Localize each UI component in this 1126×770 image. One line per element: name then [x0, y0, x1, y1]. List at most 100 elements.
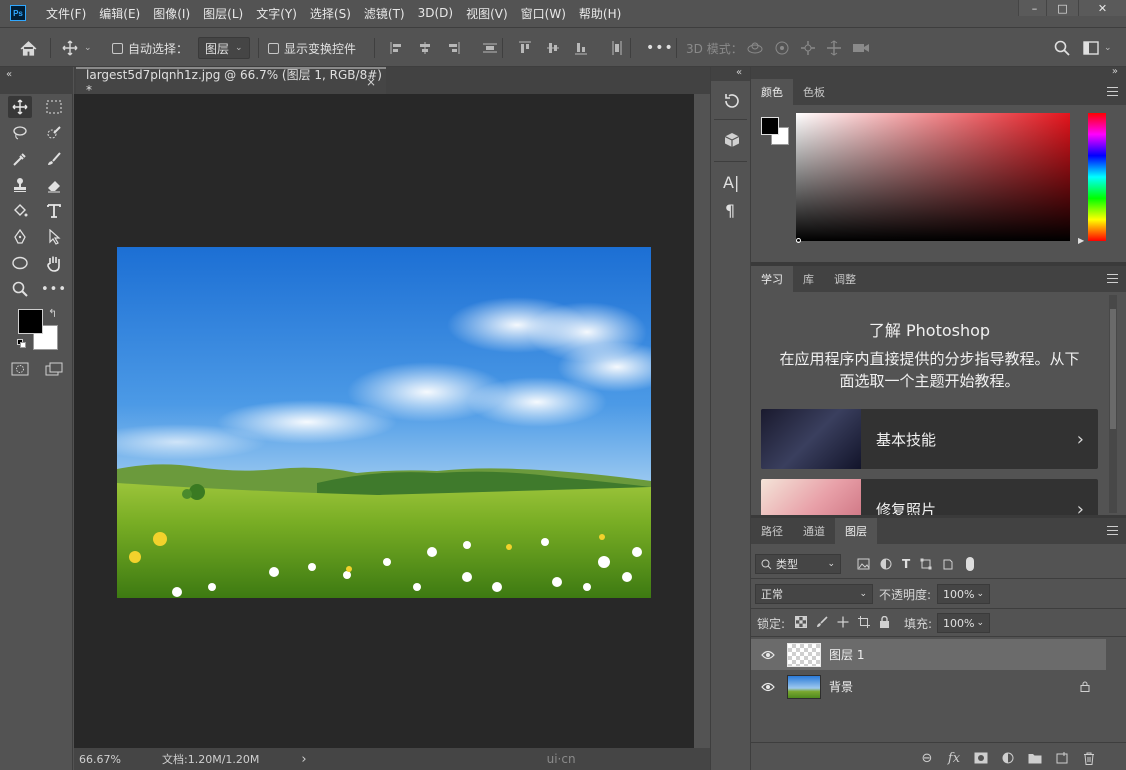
- eye-icon[interactable]: [761, 650, 775, 660]
- path-select-tool[interactable]: [42, 226, 66, 248]
- home-button[interactable]: [20, 28, 37, 68]
- adjustment-filter-icon[interactable]: [880, 558, 892, 570]
- new-layer-icon[interactable]: [1052, 748, 1072, 768]
- learn-scrollbar[interactable]: [1109, 295, 1117, 513]
- new-adjustment-icon[interactable]: [998, 748, 1018, 768]
- layer-row-background[interactable]: 背景: [751, 671, 1106, 702]
- ellipse-tool[interactable]: [8, 252, 32, 274]
- panel-menu-icon[interactable]: [1107, 526, 1118, 535]
- blend-mode-dropdown[interactable]: 正常 ⌄: [755, 584, 873, 604]
- tab-layers[interactable]: 图层: [835, 518, 877, 544]
- type-filter-icon[interactable]: T: [902, 557, 910, 571]
- lock-position-icon[interactable]: [837, 616, 849, 628]
- collapse-toolbar-button[interactable]: «: [6, 69, 12, 80]
- more-options-button[interactable]: •••: [646, 28, 674, 68]
- tab-color[interactable]: 颜色: [751, 79, 793, 105]
- panel-menu-icon[interactable]: [1107, 87, 1118, 96]
- menu-view[interactable]: 视图(V): [466, 5, 508, 22]
- layer-name[interactable]: 图层 1: [829, 646, 864, 663]
- lock-all-icon[interactable]: [879, 616, 890, 628]
- distribute-v-icon[interactable]: [610, 40, 624, 56]
- pan-3d-icon[interactable]: [800, 40, 816, 56]
- add-mask-icon[interactable]: [971, 748, 991, 768]
- lock-transparent-icon[interactable]: [795, 616, 807, 628]
- tab-libraries[interactable]: 库: [793, 266, 824, 292]
- delete-layer-icon[interactable]: [1079, 748, 1099, 768]
- auto-select-checkbox[interactable]: 自动选择：: [112, 28, 188, 68]
- document-info[interactable]: 文档:1.20M/1.20M: [162, 751, 259, 767]
- close-window-button[interactable]: ✕: [1078, 0, 1126, 16]
- layer-name[interactable]: 背景: [829, 678, 853, 695]
- status-menu-arrow[interactable]: ›: [301, 752, 306, 767]
- lock-pixels-icon[interactable]: [816, 616, 828, 628]
- expand-panels-button[interactable]: »: [1112, 66, 1118, 77]
- eyedropper-tool[interactable]: [8, 148, 32, 170]
- menu-file[interactable]: 文件(F): [46, 5, 86, 22]
- lesson-card-fix-photos[interactable]: 修复照片 ›: [761, 479, 1098, 515]
- layer-filter-dropdown[interactable]: 类型 ⌄: [755, 554, 841, 574]
- document-image[interactable]: [117, 247, 651, 598]
- camera-3d-icon[interactable]: [852, 41, 870, 55]
- align-center-h-icon[interactable]: [418, 41, 432, 55]
- lasso-tool[interactable]: [8, 122, 32, 144]
- quick-mask-button[interactable]: [8, 358, 32, 380]
- new-group-icon[interactable]: [1025, 748, 1045, 768]
- swap-colors-icon[interactable]: ↰: [48, 307, 57, 320]
- link-layers-icon[interactable]: ⊖: [917, 748, 937, 768]
- distribute-h-icon[interactable]: [482, 41, 498, 55]
- paint-bucket-tool[interactable]: [8, 200, 32, 222]
- align-bottom-icon[interactable]: [574, 41, 588, 55]
- move-tool-preset-button[interactable]: ⌄: [62, 28, 92, 68]
- menu-window[interactable]: 窗口(W): [521, 5, 566, 22]
- zoom-tool[interactable]: [8, 278, 32, 300]
- auto-select-dropdown[interactable]: 图层 ⌄: [198, 37, 250, 59]
- marquee-tool[interactable]: [42, 96, 66, 118]
- maximize-button[interactable]: □: [1046, 0, 1078, 16]
- character-panel-icon[interactable]: A|: [723, 173, 739, 192]
- hue-slider[interactable]: [1088, 113, 1106, 241]
- quick-select-tool[interactable]: [42, 122, 66, 144]
- slide-3d-icon[interactable]: [826, 40, 842, 56]
- workspace-button[interactable]: ⌄: [1083, 28, 1112, 68]
- lesson-card-basic-skills[interactable]: 基本技能 ›: [761, 409, 1098, 469]
- eraser-tool[interactable]: [42, 174, 66, 196]
- menu-select[interactable]: 选择(S): [310, 5, 351, 22]
- orbit-3d-icon[interactable]: [746, 41, 764, 55]
- search-button[interactable]: [1054, 28, 1070, 68]
- foreground-color-swatch[interactable]: [18, 309, 43, 334]
- move-tool[interactable]: [8, 96, 32, 118]
- hue-slider-handle[interactable]: ▶: [1078, 236, 1084, 245]
- collapse-panels-button[interactable]: «: [736, 67, 742, 78]
- default-colors-icon[interactable]: [17, 339, 27, 349]
- layer-row-layer1[interactable]: 图层 1: [751, 639, 1106, 670]
- align-top-icon[interactable]: [518, 41, 532, 55]
- fx-icon[interactable]: fx: [944, 748, 964, 768]
- align-left-icon[interactable]: [390, 41, 404, 55]
- tab-swatches[interactable]: 色板: [793, 79, 835, 105]
- history-panel-button[interactable]: [723, 92, 741, 113]
- close-document-icon[interactable]: ×: [366, 75, 376, 89]
- shape-filter-icon[interactable]: [920, 558, 932, 570]
- document-tab[interactable]: largest5d7plqnh1z.jpg @ 66.7% (图层 1, RGB…: [76, 67, 386, 97]
- menu-image[interactable]: 图像(I): [153, 5, 190, 22]
- pen-tool[interactable]: [8, 226, 32, 248]
- zoom-level[interactable]: 66.67%: [79, 753, 129, 766]
- 3d-panel-button[interactable]: [723, 131, 741, 152]
- tab-channels[interactable]: 通道: [793, 518, 835, 544]
- paragraph-panel-icon[interactable]: ¶: [725, 201, 735, 220]
- filter-toggle[interactable]: [966, 557, 975, 571]
- menu-edit[interactable]: 编辑(E): [99, 5, 140, 22]
- stamp-tool[interactable]: [8, 174, 32, 196]
- hand-tool[interactable]: [42, 252, 66, 274]
- tab-learn[interactable]: 学习: [751, 266, 793, 292]
- menu-type[interactable]: 文字(Y): [256, 5, 297, 22]
- panel-menu-icon[interactable]: [1107, 274, 1118, 283]
- align-right-icon[interactable]: [446, 41, 460, 55]
- type-tool[interactable]: [42, 200, 66, 222]
- edit-toolbar-button[interactable]: •••: [41, 278, 66, 300]
- lock-artboard-icon[interactable]: [858, 616, 870, 628]
- align-middle-icon[interactable]: [546, 41, 560, 55]
- menu-3d[interactable]: 3D(D): [418, 6, 453, 20]
- color-picker-field[interactable]: [796, 113, 1070, 241]
- tab-paths[interactable]: 路径: [751, 518, 793, 544]
